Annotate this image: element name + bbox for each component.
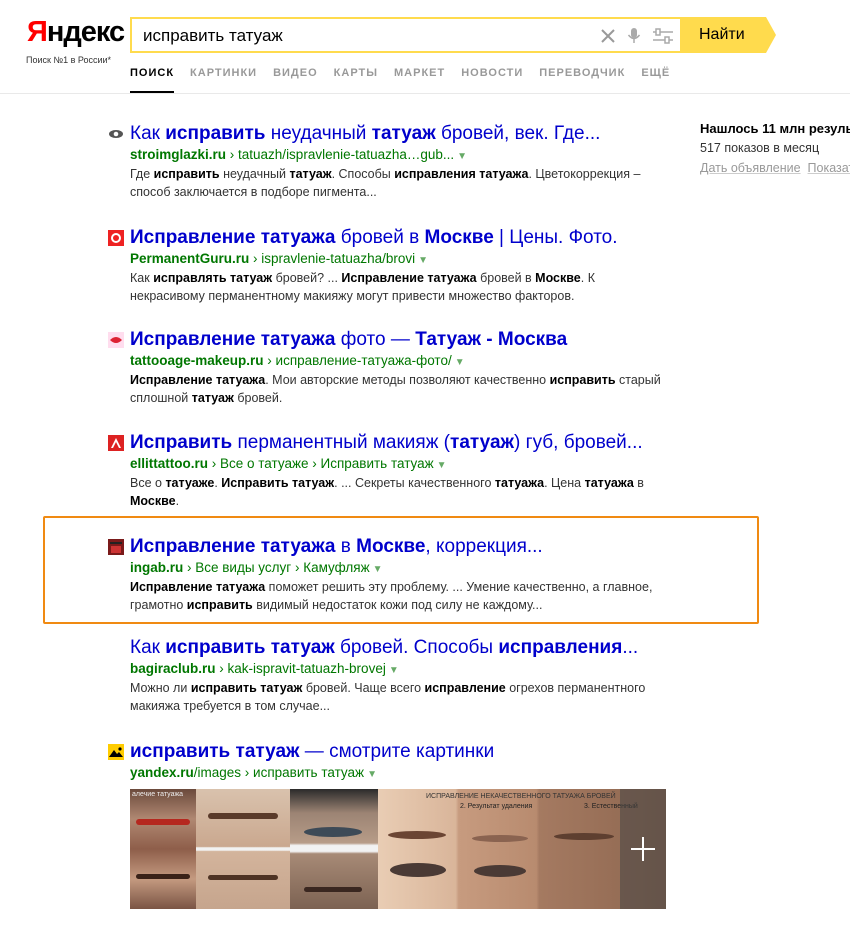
search-result: Как исправить неудачный татуаж бровей, в…	[108, 122, 668, 212]
give-ad-link[interactable]: Дать объявление	[700, 161, 801, 175]
url-dropdown-icon[interactable]: ▼	[418, 255, 428, 266]
logo-subtitle: Поиск №1 в России*	[26, 55, 112, 65]
result-url[interactable]: stroimglazki.ru › tatuazh/ispravlenie-ta…	[130, 147, 467, 165]
url-dropdown-icon[interactable]: ▼	[389, 665, 399, 676]
result-title-link[interactable]: Как исправить татуаж бровей. Способы исп…	[130, 636, 638, 660]
yandex-logo[interactable]: Яндекс	[27, 16, 125, 48]
url-dropdown-icon[interactable]: ▼	[457, 151, 467, 162]
result-title-link[interactable]: Исправление татуажа бровей в Москве | Це…	[130, 226, 618, 250]
result-title-link[interactable]: исправить татуаж — смотрите картинки	[130, 740, 494, 764]
result-snippet: Все о татуаже. Исправить татуаж. ... Сек…	[130, 476, 644, 508]
tab-5[interactable]: НОВОСТИ	[461, 66, 523, 93]
result-snippet: Можно ли исправить татуаж бровей. Чаще в…	[130, 681, 646, 713]
result-snippet: Исправление татуажа. Мои авторские метод…	[130, 373, 661, 405]
search-box[interactable]	[130, 17, 682, 53]
eye-favicon	[109, 130, 123, 138]
thumbnail-caption-1: алечие татуажа	[132, 791, 184, 798]
lips-favicon	[108, 332, 124, 348]
result-title-link[interactable]: Исправление татуажа фото — Татуаж - Моск…	[130, 328, 567, 352]
search-result: Исправление татуажа в Москве, коррекция.…	[108, 535, 668, 625]
url-dropdown-icon[interactable]: ▼	[373, 564, 383, 575]
plus-icon	[631, 837, 655, 861]
tab-7[interactable]: ЕЩЁ	[641, 66, 670, 93]
results-count: Нашлось 11 млн результатов	[700, 121, 850, 136]
result-title-link[interactable]: Как исправить неудачный татуаж бровей, в…	[130, 122, 600, 146]
search-result: Исправление татуажа фото — Татуаж - Моск…	[108, 328, 668, 418]
tab-2[interactable]: ВИДЕО	[273, 66, 318, 93]
ellit-favicon	[108, 435, 124, 451]
image-thumbnails[interactable]: алечие татуажа ИСПРАВЛЕНИЕ НЕКАЧЕСТВЕННО…	[130, 789, 666, 909]
more-images-button[interactable]	[620, 789, 666, 909]
search-input[interactable]	[143, 26, 583, 46]
result-snippet: Как исправлять татуаж бровей? ... Исправ…	[130, 271, 595, 303]
url-dropdown-icon[interactable]: ▼	[455, 357, 465, 368]
tab-3[interactable]: КАРТЫ	[334, 66, 378, 93]
result-url[interactable]: yandex.ru/images › исправить татуаж ▼	[130, 765, 377, 783]
thumbnail-caption-5: 2. Результат удаления	[460, 803, 533, 810]
result-url[interactable]: bagiraclub.ru › kak-ispravit-tatuazh-bro…	[130, 661, 399, 679]
logo-text: ндекс	[46, 16, 125, 48]
shows-count: 517 показов в месяц	[700, 141, 820, 155]
microphone-icon[interactable]	[624, 26, 644, 46]
thumbnail-caption-4: ИСПРАВЛЕНИЕ НЕКАЧЕСТВЕННОГО ТАТУАЖА БРОВ…	[426, 793, 616, 800]
thumbnail-2[interactable]	[196, 789, 290, 909]
tab-4[interactable]: МАРКЕТ	[394, 66, 445, 93]
header-divider	[0, 93, 850, 94]
settings-icon[interactable]	[651, 26, 675, 46]
result-title-link[interactable]: Исправить перманентный макияж (татуаж) г…	[130, 431, 643, 455]
result-url[interactable]: ellittattoo.ru › Все о татуаже › Исправи…	[130, 456, 447, 474]
search-result: Исправление татуажа бровей в Москве | Це…	[108, 226, 668, 316]
yandex-images-favicon	[108, 744, 124, 760]
search-result: Как исправить татуаж бровей. Способы исп…	[108, 636, 668, 726]
thumbnail-1[interactable]: алечие татуажа	[130, 789, 196, 909]
result-snippet: Где исправить неудачный татуаж. Способы …	[130, 167, 641, 199]
service-tabs: ПОИСК КАРТИНКИ ВИДЕО КАРТЫ МАРКЕТ НОВОСТИ ПЕРЕ…	[130, 66, 686, 93]
result-url[interactable]: ingab.ru › Все виды услуг › Камуфляж ▼	[130, 560, 383, 578]
clear-icon[interactable]	[598, 26, 618, 46]
thumbnail-3[interactable]	[290, 789, 378, 909]
url-dropdown-icon[interactable]: ▼	[437, 460, 447, 471]
ad-links: Дать объявление Показать все	[700, 161, 850, 175]
show-all-link[interactable]: Показать все	[808, 161, 850, 175]
result-url[interactable]: tattooage-makeup.ru › исправление-татуаж…	[130, 353, 465, 371]
result-title-link[interactable]: Исправление татуажа в Москве, коррекция.…	[130, 535, 543, 559]
result-snippet: Исправление татуажа поможет решить эту п…	[130, 580, 653, 612]
tab-6[interactable]: ПЕРЕВОДЧИК	[539, 66, 625, 93]
ingab-favicon	[108, 539, 124, 555]
tab-1[interactable]: КАРТИНКИ	[190, 66, 257, 93]
result-url[interactable]: PermanentGuru.ru › ispravlenie-tatuazha/…	[130, 251, 428, 269]
search-result: Исправить перманентный макияж (татуаж) г…	[108, 431, 668, 521]
find-button[interactable]: Найти	[680, 17, 776, 53]
url-dropdown-icon[interactable]: ▼	[367, 769, 377, 780]
tab-0[interactable]: ПОИСК	[130, 66, 175, 93]
logo-letter: Я	[27, 16, 48, 48]
red-circle-favicon	[108, 230, 124, 246]
